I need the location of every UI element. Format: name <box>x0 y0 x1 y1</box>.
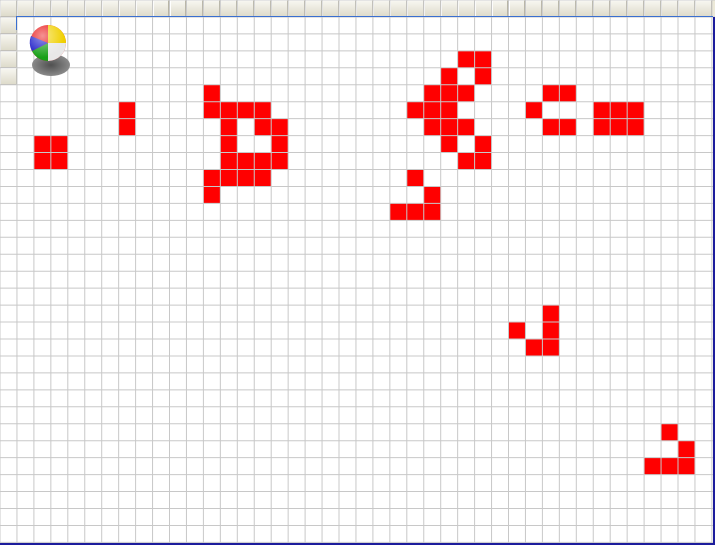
live-cell[interactable] <box>559 84 577 102</box>
live-cell[interactable] <box>559 118 577 136</box>
cell-grid[interactable] <box>0 0 715 545</box>
live-cell[interactable] <box>542 322 560 339</box>
live-cell[interactable] <box>237 169 255 187</box>
live-cell[interactable] <box>237 152 255 170</box>
live-cell[interactable] <box>542 339 560 356</box>
live-cell[interactable] <box>406 203 424 221</box>
live-cell[interactable] <box>271 118 289 136</box>
live-cell[interactable] <box>203 84 221 102</box>
live-cell[interactable] <box>627 101 645 119</box>
live-cell[interactable] <box>627 118 645 136</box>
live-cell[interactable] <box>440 67 458 85</box>
live-cell[interactable] <box>423 118 441 136</box>
live-cell[interactable] <box>254 118 272 136</box>
live-cell[interactable] <box>610 101 628 119</box>
live-cell[interactable] <box>678 440 695 458</box>
live-cell[interactable] <box>457 152 475 170</box>
live-cell[interactable] <box>203 169 221 187</box>
live-cell[interactable] <box>118 118 136 136</box>
live-cell[interactable] <box>440 118 458 136</box>
live-cell[interactable] <box>220 135 238 153</box>
live-cell[interactable] <box>33 152 51 170</box>
live-cell[interactable] <box>271 152 289 170</box>
live-cell[interactable] <box>271 135 289 153</box>
live-cell[interactable] <box>457 118 475 136</box>
live-cell[interactable] <box>50 135 68 153</box>
live-cell[interactable] <box>203 101 221 119</box>
live-cell[interactable] <box>440 101 458 119</box>
live-cell[interactable] <box>593 101 611 119</box>
live-cell[interactable] <box>525 339 543 356</box>
life-game-window <box>0 0 715 545</box>
live-cell[interactable] <box>50 152 68 170</box>
live-cell[interactable] <box>661 457 678 475</box>
live-cell[interactable] <box>423 186 441 204</box>
live-cell[interactable] <box>254 152 272 170</box>
game-board[interactable] <box>0 0 715 545</box>
live-cell[interactable] <box>254 169 272 187</box>
live-cell[interactable] <box>542 118 560 136</box>
beach-ball-icon[interactable] <box>26 22 74 78</box>
live-cell[interactable] <box>423 84 441 102</box>
live-cell[interactable] <box>440 135 458 153</box>
live-cell[interactable] <box>118 101 136 119</box>
live-cell[interactable] <box>389 203 407 221</box>
live-cell[interactable] <box>457 84 475 102</box>
live-cell[interactable] <box>406 101 424 119</box>
live-cell[interactable] <box>220 152 238 170</box>
live-cell[interactable] <box>203 186 221 204</box>
live-cell[interactable] <box>678 457 695 475</box>
live-cell[interactable] <box>254 101 272 119</box>
live-cell[interactable] <box>661 423 678 441</box>
live-cell[interactable] <box>457 50 475 68</box>
live-cell[interactable] <box>406 169 424 187</box>
live-cell[interactable] <box>508 322 526 339</box>
live-cell[interactable] <box>237 101 255 119</box>
live-cell[interactable] <box>542 84 560 102</box>
live-cell[interactable] <box>525 101 543 119</box>
live-cell[interactable] <box>440 84 458 102</box>
board-frame-top <box>17 16 713 17</box>
live-cell[interactable] <box>644 457 662 475</box>
live-cell[interactable] <box>542 305 560 323</box>
live-cell[interactable] <box>220 118 238 136</box>
live-cell[interactable] <box>423 101 441 119</box>
live-cell[interactable] <box>220 101 238 119</box>
live-cell[interactable] <box>593 118 611 136</box>
live-cell[interactable] <box>474 67 492 85</box>
live-cell[interactable] <box>610 118 628 136</box>
live-cell[interactable] <box>423 203 441 221</box>
live-cell[interactable] <box>474 50 492 68</box>
live-cell[interactable] <box>33 135 51 153</box>
live-cell[interactable] <box>220 169 238 187</box>
board-frame-left <box>16 16 17 30</box>
live-cell[interactable] <box>474 135 492 153</box>
live-cell[interactable] <box>474 152 492 170</box>
